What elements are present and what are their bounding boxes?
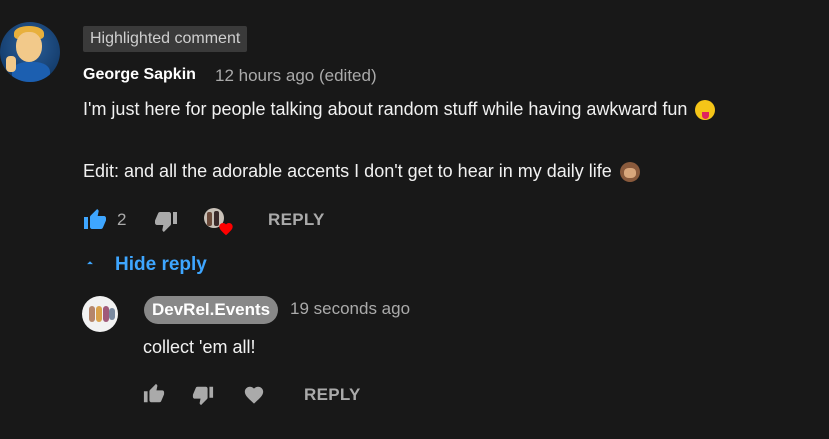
heart-button[interactable]: [243, 384, 265, 406]
comment-text-line-2: Edit: and all the adorable accents I don…: [83, 161, 640, 183]
like-count: 2: [117, 210, 127, 229]
reply-dislike-button[interactable]: [192, 384, 214, 406]
highlighted-comment-badge: Highlighted comment: [83, 26, 248, 52]
reply-author-channel-badge[interactable]: DevRel.Events: [144, 296, 279, 324]
dislike-button[interactable]: [154, 209, 178, 233]
reply-timestamp[interactable]: 19 seconds ago: [290, 299, 410, 319]
reply-like-button[interactable]: [143, 383, 165, 405]
thumbs-up-icon: [143, 383, 165, 403]
reply-reply-button[interactable]: REPLY: [304, 385, 361, 405]
zany-face-emoji-icon: [695, 100, 716, 121]
comment-author-name[interactable]: George Sapkin: [83, 66, 196, 84]
reply-text: collect 'em all!: [143, 337, 256, 357]
thumbs-up-icon: [84, 209, 106, 229]
reply-button[interactable]: REPLY: [268, 210, 325, 230]
hide-reply-button[interactable]: Hide reply: [115, 254, 207, 276]
comment-text-line-1: I'm just here for people talking about r…: [83, 99, 716, 121]
commenter-avatar[interactable]: [0, 22, 60, 82]
comment-timestamp[interactable]: 12 hours ago (edited): [215, 66, 377, 86]
comment-text: I'm just here for people talking about r…: [83, 99, 688, 119]
reply-author-avatar[interactable]: [82, 296, 118, 332]
heart-icon: [244, 386, 264, 404]
comment-edit-text: Edit: and all the adorable accents I don…: [83, 161, 612, 181]
thumbs-down-icon: [192, 386, 214, 406]
like-button[interactable]: [83, 208, 107, 232]
thumbs-down-icon: [155, 212, 177, 232]
see-no-evil-monkey-icon: [619, 162, 640, 183]
creator-heart-icon: [218, 221, 234, 237]
caret-up-icon[interactable]: [83, 256, 97, 270]
